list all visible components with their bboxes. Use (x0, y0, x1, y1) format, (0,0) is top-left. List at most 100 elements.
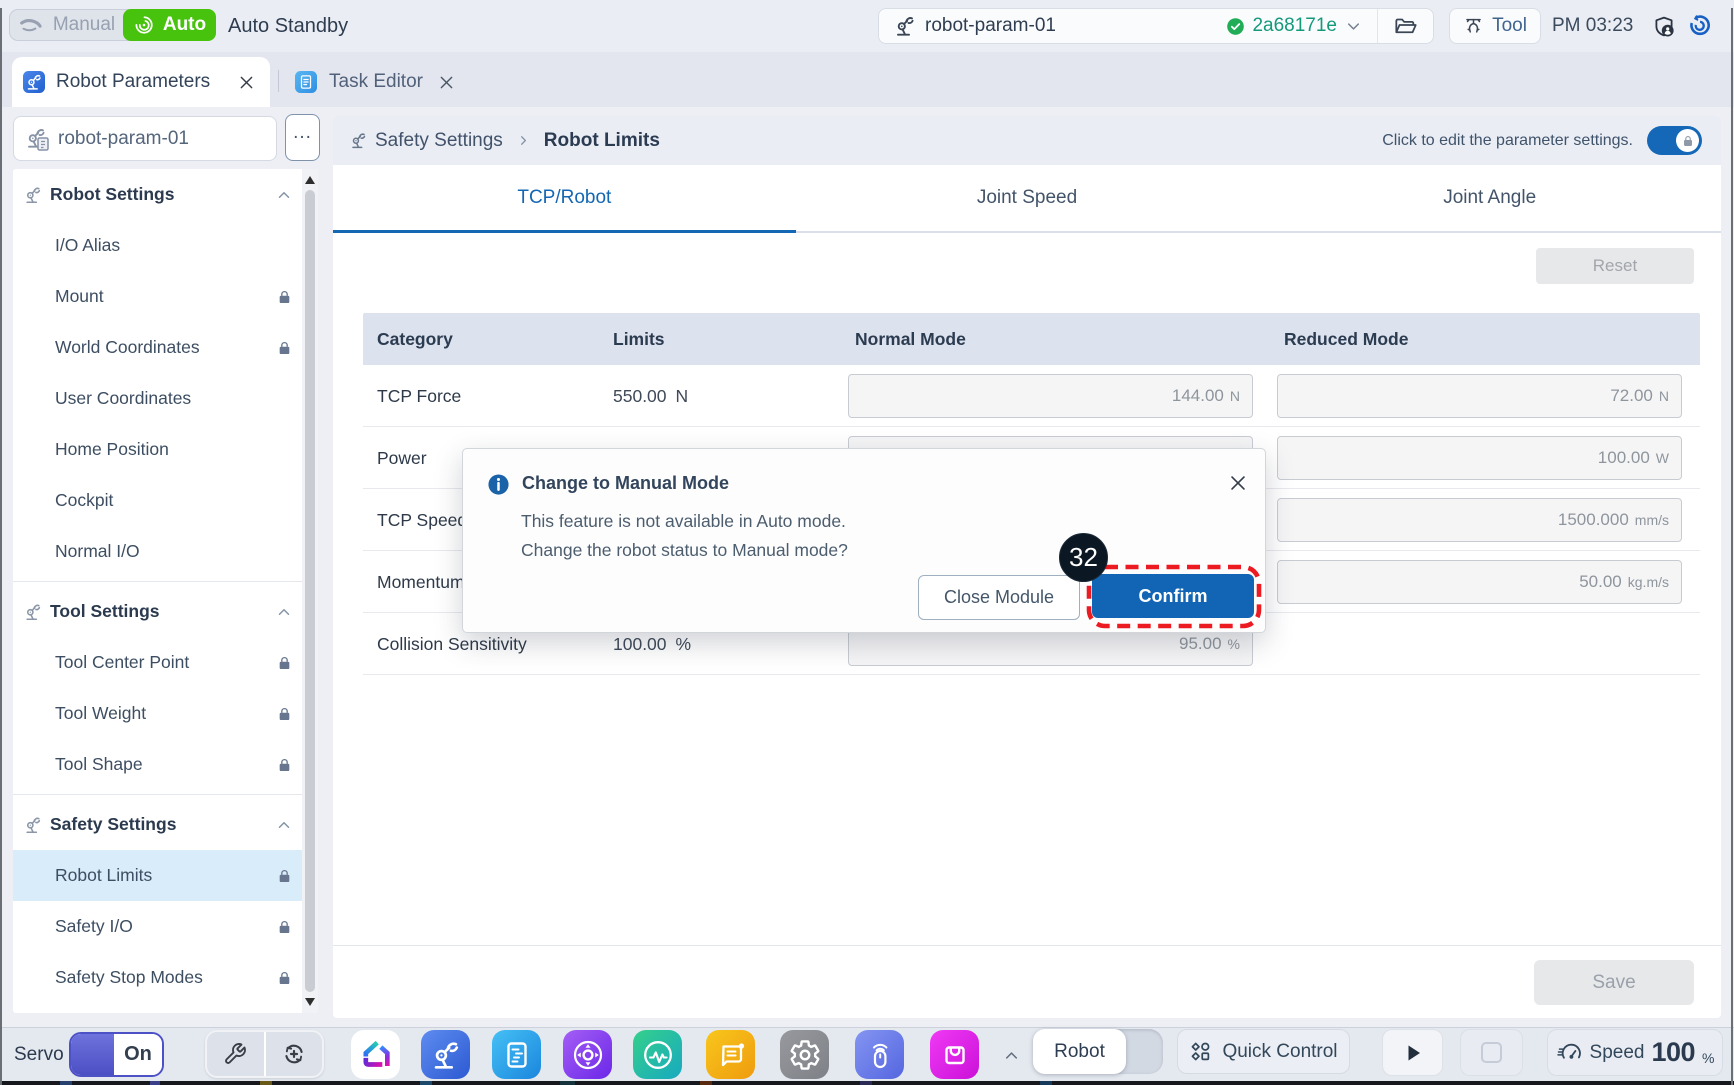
tree-item-label: Tool Weight (55, 703, 146, 724)
tab-label: Task Editor (329, 71, 423, 93)
speed-display[interactable]: Speed 100 % (1547, 1029, 1723, 1076)
breadcrumb-parent[interactable]: Safety Settings (375, 130, 503, 152)
dialog-title: Change to Manual Mode (522, 473, 729, 494)
tree-item-label: Cockpit (55, 490, 113, 511)
tree-group-robot-settings[interactable]: Robot Settings (13, 169, 302, 220)
shopping-bag-icon (937, 1037, 973, 1073)
tab-joint-speed[interactable]: Joint Speed (796, 165, 1259, 231)
app-jog[interactable] (563, 1030, 612, 1079)
tab-label: Joint Angle (1443, 187, 1536, 209)
update-button[interactable] (266, 1032, 323, 1076)
tree-item-home-position[interactable]: Home Position (13, 424, 302, 475)
row-category: Momentum (377, 551, 465, 613)
chevron-up-icon[interactable] (275, 186, 293, 204)
tree-group-safety-settings[interactable]: Safety Settings (13, 799, 302, 850)
manual-mode-button[interactable]: Manual (10, 10, 124, 40)
reduced-mode-input[interactable]: 50.00kg.m/s (1277, 560, 1682, 604)
chevron-up-icon[interactable] (275, 816, 293, 834)
tree-item-cockpit[interactable]: Cockpit (13, 475, 302, 526)
auto-mode-button[interactable]: Auto (123, 9, 216, 41)
dock-collapse-button[interactable] (1000, 1028, 1022, 1082)
folder-open-icon[interactable] (1393, 14, 1418, 39)
robot-toggle[interactable]: Robot (1033, 1029, 1163, 1074)
tree-item-tool-shape[interactable]: Tool Shape (13, 739, 302, 790)
normal-mode-input[interactable]: 144.00N (848, 374, 1253, 418)
reduced-mode-input[interactable]: 72.00N (1277, 374, 1682, 418)
tree-item-tool-center-point[interactable]: Tool Center Point (13, 637, 302, 688)
tree-group-tool-settings[interactable]: Tool Settings (13, 586, 302, 637)
tab-label: Joint Speed (977, 187, 1077, 209)
lock-icon (276, 918, 293, 935)
close-module-button[interactable]: Close Module (918, 575, 1080, 620)
app-settings[interactable] (780, 1030, 829, 1079)
edit-hint-text: Click to edit the parameter settings. (1382, 132, 1633, 150)
tree-item-mount[interactable]: Mount (13, 271, 302, 322)
app-robot-parameters[interactable] (421, 1030, 470, 1079)
shield-user-icon[interactable] (1652, 15, 1676, 39)
app-remote[interactable] (855, 1030, 904, 1079)
tree-item-safety-stop-modes[interactable]: Safety Stop Modes (13, 952, 302, 1003)
tree-item-world-coordinates[interactable]: World Coordinates (13, 322, 302, 373)
robot-toggle-label: Robot (1033, 1029, 1126, 1074)
app-log[interactable] (706, 1030, 755, 1079)
stop-button[interactable] (1460, 1029, 1523, 1076)
program-selector[interactable]: robot-param-01 2a68171e (878, 8, 1434, 44)
tree-item-io-alias[interactable]: I/O Alias (13, 220, 302, 271)
quick-control-button[interactable]: Quick Control (1177, 1029, 1350, 1074)
sidebar-more-button[interactable]: ... (285, 114, 320, 161)
tool-button[interactable]: Tool (1449, 8, 1541, 44)
tab-tcp-robot[interactable]: TCP/Robot (333, 165, 796, 231)
divider (1377, 9, 1378, 43)
tree-item-user-coordinates[interactable]: User Coordinates (13, 373, 302, 424)
pulse-icon (640, 1037, 676, 1073)
program-name: robot-param-01 (925, 15, 1056, 37)
restart-icon[interactable] (1688, 14, 1711, 37)
app-monitoring[interactable] (633, 1030, 682, 1079)
tab-joint-angle[interactable]: Joint Angle (1258, 165, 1721, 231)
column-header-category: Category (377, 313, 453, 365)
servo-toggle[interactable]: On (69, 1032, 164, 1077)
commit-selector[interactable]: 2a68171e (1226, 15, 1363, 37)
column-header-normal-mode: Normal Mode (855, 313, 966, 365)
tree-item-label: User Coordinates (55, 388, 191, 409)
scroll-down-arrow[interactable] (305, 998, 315, 1006)
save-button[interactable]: Save (1534, 960, 1694, 1005)
scrollbar-thumb[interactable] (305, 190, 315, 992)
dialog-close-icon[interactable] (1227, 472, 1249, 494)
app-task-editor[interactable] (492, 1030, 541, 1079)
tree-item-normal-io[interactable]: Normal I/O (13, 526, 302, 577)
close-tab-icon[interactable] (437, 73, 456, 92)
lock-icon (276, 969, 293, 986)
sidebar-program-box[interactable]: robot-param-01 (13, 116, 277, 161)
close-tab-icon[interactable] (237, 73, 256, 92)
tree-item-tool-weight[interactable]: Tool Weight (13, 688, 302, 739)
sidebar-scrollbar[interactable] (302, 169, 318, 1013)
remote-mouse-icon (862, 1037, 898, 1073)
reduced-mode-input[interactable]: 100.00W (1277, 436, 1682, 480)
tree-item-label: Home Position (55, 439, 169, 460)
footer-divider (333, 945, 1721, 946)
task-list-icon (500, 1038, 534, 1072)
quick-control-icon (1189, 1040, 1212, 1063)
step-number-badge: 32 (1059, 533, 1108, 582)
scroll-up-arrow[interactable] (305, 176, 315, 184)
info-icon (487, 473, 510, 496)
reset-button[interactable]: Reset (1536, 248, 1694, 284)
tree-item-safety-io[interactable]: Safety I/O (13, 901, 302, 952)
tab-robot-parameters[interactable]: Robot Parameters (12, 57, 270, 107)
reduced-mode-input[interactable]: 1500.000mm/s (1277, 498, 1682, 542)
chevron-down-icon (1344, 17, 1363, 36)
tab-task-editor[interactable]: Task Editor (288, 57, 470, 107)
play-button[interactable] (1382, 1029, 1443, 1076)
input-unit: N (1659, 388, 1669, 404)
chevron-up-icon[interactable] (275, 603, 293, 621)
tool-gripper-icon (1463, 16, 1484, 37)
lock-icon (276, 756, 293, 773)
tree-item-robot-limits[interactable]: Robot Limits (13, 850, 302, 901)
row-category: TCP Speed (377, 489, 467, 551)
edit-lock-toggle[interactable] (1647, 126, 1702, 155)
setup-button[interactable] (207, 1032, 264, 1076)
app-store[interactable] (930, 1030, 979, 1079)
row-category: TCP Force (377, 365, 461, 427)
app-home-launcher[interactable] (351, 1030, 400, 1079)
